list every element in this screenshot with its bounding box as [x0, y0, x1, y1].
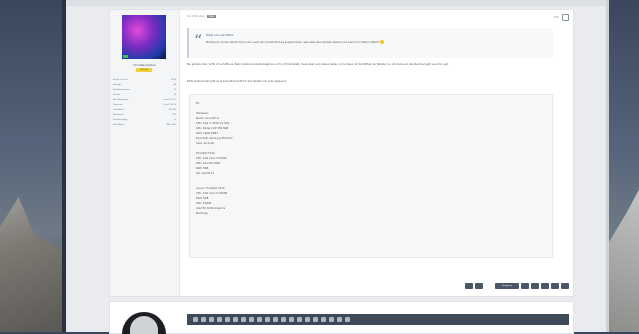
search-icon[interactable]: [475, 283, 483, 289]
strike-icon[interactable]: [217, 317, 222, 322]
align-icon[interactable]: [297, 317, 302, 322]
post-content: Vor 2 Minuten Neu #30 “ Zitat von nechtf…: [181, 10, 573, 296]
user-stat-row: Mac Modell iMac 18,3: [113, 123, 176, 128]
user-stat-value: iMac 18,3: [166, 124, 176, 126]
post-meta: Vor 2 Minuten Neu: [187, 15, 217, 18]
page-top-strip: [66, 0, 606, 6]
reply-avatar[interactable]: [122, 312, 166, 334]
italic-icon[interactable]: [201, 317, 206, 322]
user-stat-label: Mac Modell: [113, 124, 125, 126]
spec-line: Monterey: [196, 212, 208, 215]
quote-block: “ Zitat von nechtfox Mit Kenyon ist der …: [187, 28, 553, 58]
post-paragraph-2: BIOS Ventura bald gibt es ja keine Nachr…: [187, 80, 287, 83]
size-icon[interactable]: [241, 317, 246, 322]
quote-body: Mit Kenyon ist der Ablauf doch schon auc…: [206, 41, 380, 44]
share-icon[interactable]: [521, 283, 529, 289]
link-icon[interactable]: [249, 317, 254, 322]
media-icon[interactable]: [265, 317, 270, 322]
quote-icon[interactable]: [273, 317, 278, 322]
color-icon[interactable]: [225, 317, 230, 322]
online-status-icon: [123, 55, 128, 58]
window-edge-right: [606, 0, 609, 332]
post-number[interactable]: #30: [554, 16, 559, 19]
bookmark-icon[interactable]: [531, 283, 539, 289]
multiquote-icon[interactable]: [541, 283, 549, 289]
browser-window: ChrisNeuSeiten Vertraut Registriert seit…: [66, 0, 606, 334]
wallpaper-mountain-right: [609, 189, 639, 332]
user-info-pane: ChrisNeuSeiten Vertraut Registriert seit…: [110, 10, 180, 296]
reply-button[interactable]: [561, 283, 569, 289]
user-stats: Registriert seit 2013 Beiträge 48 Reaktionsp…: [113, 78, 176, 128]
post-number-area: #30: [554, 14, 569, 21]
redo-icon[interactable]: [329, 317, 334, 322]
smiley-icon[interactable]: [313, 317, 318, 322]
quote-text: Mit Kenyon ist der Ablauf doch schon auc…: [206, 40, 548, 45]
avatar[interactable]: [122, 15, 166, 59]
signature-spec-block: PC: Hardware: Board: Asus Z97-A CPU: Intel …: [189, 94, 553, 258]
user-rank-badge: Vertraut: [136, 68, 152, 72]
post-date[interactable]: Vor 2 Minuten: [187, 15, 204, 18]
spec-lines: PC: Hardware: Board: Asus Z97-A CPU: Intel …: [196, 101, 232, 216]
editor-toolbar: [187, 314, 569, 325]
underline-icon[interactable]: [209, 317, 214, 322]
post-actions: Reagieren: [465, 283, 569, 289]
quote-header[interactable]: Zitat von nechtfox: [206, 33, 234, 37]
settings-icon[interactable]: [345, 317, 350, 322]
table-icon[interactable]: [305, 317, 310, 322]
code-icon[interactable]: [281, 317, 286, 322]
username[interactable]: ChrisNeuSeiten: [110, 63, 179, 67]
wallpaper-mountain-left: [0, 197, 62, 332]
image-icon[interactable]: [257, 317, 262, 322]
select-checkbox[interactable]: [562, 14, 569, 21]
font-icon[interactable]: [233, 317, 238, 322]
preview-icon[interactable]: [337, 317, 342, 322]
reply-box: [109, 301, 574, 334]
bold-icon[interactable]: [193, 317, 198, 322]
undo-icon[interactable]: [321, 317, 326, 322]
report-icon[interactable]: [465, 283, 473, 289]
post-paragraph-1: Bin gerade dran, hoffe ich schaffe es. B…: [187, 63, 449, 66]
forum-post: ChrisNeuSeiten Vertraut Registriert seit…: [109, 9, 574, 297]
new-badge: Neu: [207, 15, 217, 18]
quote-button[interactable]: [551, 283, 559, 289]
react-button[interactable]: Reagieren: [495, 283, 519, 289]
quote-icon: “: [194, 31, 203, 50]
list-icon[interactable]: [289, 317, 294, 322]
smiley-icon: [379, 40, 384, 44]
